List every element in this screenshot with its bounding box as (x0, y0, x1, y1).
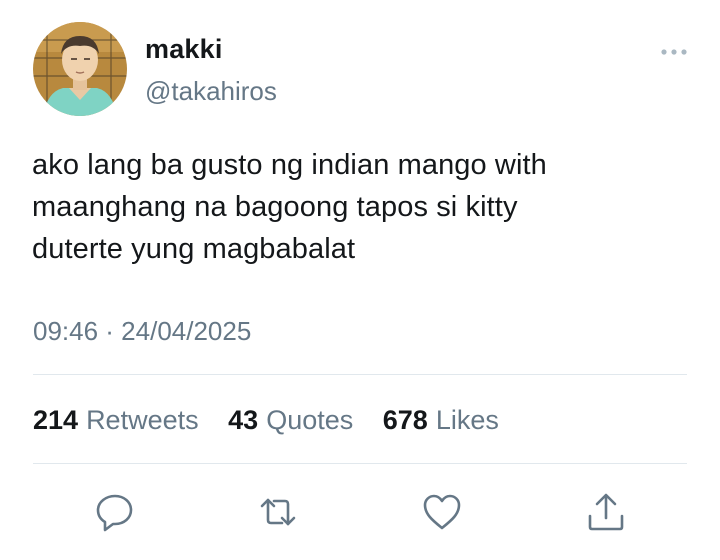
share-icon[interactable] (584, 490, 628, 534)
likes-stat[interactable]: 678 Likes (383, 402, 499, 438)
engagement-stats: 214 Retweets 43 Quotes 678 Likes (33, 402, 521, 438)
quotes-label: Quotes (266, 405, 354, 435)
display-name[interactable]: makki (145, 31, 223, 67)
heart-icon[interactable] (420, 490, 464, 534)
more-dots-icon[interactable] (658, 40, 690, 64)
action-bar (0, 490, 720, 534)
avatar-illustration (33, 22, 127, 116)
retweets-stat[interactable]: 214 Retweets (33, 402, 199, 438)
likes-count: 678 (382, 405, 428, 435)
quotes-count: 43 (228, 405, 259, 435)
divider (33, 374, 687, 375)
tweet-card: makki @takahiros ako lang ba gusto ng in… (0, 0, 720, 560)
likes-label: Likes (435, 405, 499, 435)
avatar[interactable] (33, 22, 127, 116)
retweets-count: 214 (33, 405, 79, 435)
tweet-text: ako lang ba gusto ng indian mango with m… (32, 149, 547, 265)
retweets-label: Retweets (86, 405, 199, 435)
divider (33, 463, 687, 464)
tweet-timestamp[interactable]: 09:46 · 24/04/2025 (33, 313, 251, 349)
quotes-stat[interactable]: 43 Quotes (228, 402, 353, 438)
reply-icon[interactable] (93, 490, 137, 534)
user-handle[interactable]: @takahiros (145, 73, 277, 109)
retweet-icon[interactable] (256, 490, 300, 534)
